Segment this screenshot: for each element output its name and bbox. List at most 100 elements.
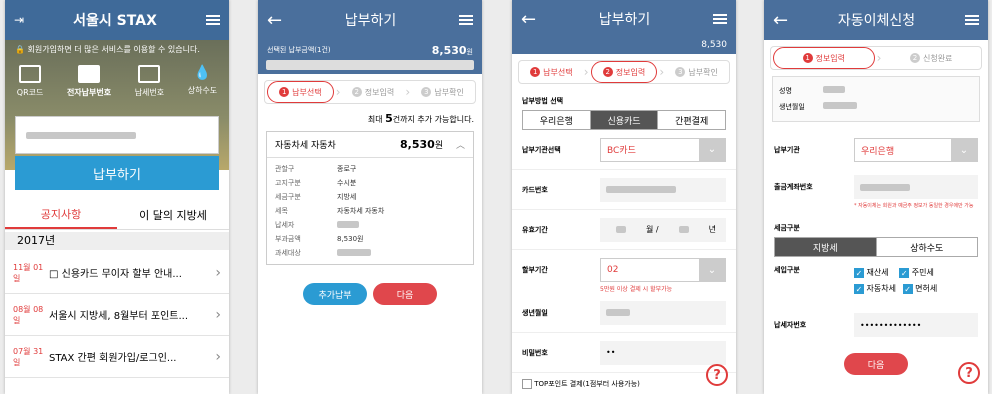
detail-row: 부과금액 8,530원 xyxy=(275,235,364,243)
menu-icon[interactable] xyxy=(205,15,220,25)
year-header: 2017년 xyxy=(5,232,229,250)
item-property-tax[interactable]: ✓ 재산세 xyxy=(854,267,889,278)
max-add-notice: 최대 5건까지 추가 가능합니다. xyxy=(367,112,474,125)
item-vehicle-tax[interactable]: ✓ 자동차세 xyxy=(854,283,896,294)
step-select: 1 납부선택 xyxy=(519,61,584,83)
step-complete: 2 신청완료 xyxy=(881,47,981,69)
birthdate-field[interactable] xyxy=(600,300,726,325)
selected-amount-bar: 선택된 납부금액(1건) 8,530원 xyxy=(258,40,482,60)
qr-icon xyxy=(19,65,42,83)
news-item[interactable]: 11월 01일 □ 신용카드 무이자 할부 안내... › xyxy=(5,252,229,294)
chevron-right-icon: › xyxy=(215,306,221,323)
help-icon[interactable]: ? xyxy=(706,364,728,386)
chevron-down-icon: ⌄ xyxy=(699,138,725,161)
payment-method-segment: 우리은행 신용카드 간편결제 xyxy=(522,110,726,130)
progress-stepper: 1 정보입력 › 2 신청완료 xyxy=(770,46,982,70)
expiry-field[interactable]: 월 / 년 xyxy=(600,217,726,242)
quick-water[interactable]: 💧 상하수도 xyxy=(188,65,217,98)
detail-row: 세목 자동차세 자동차 xyxy=(275,207,385,215)
bank-select[interactable]: 우리은행 ⌄ xyxy=(854,138,978,162)
quick-icons: QR코드 전자납부번호 납세번호 💧 상하수도 xyxy=(5,59,229,98)
menu-icon[interactable] xyxy=(713,14,727,24)
progress-stepper: 1 납부선택 › 2 정보입력 › 3 납부확인 xyxy=(518,60,730,84)
detail-row: 관할구 종로구 xyxy=(275,165,357,173)
installment-hint: 5만원 이상 결제 시 할부가능 xyxy=(600,286,673,293)
point-checkbox[interactable] xyxy=(522,379,532,389)
menu-icon[interactable] xyxy=(459,15,473,25)
tax-type-local[interactable]: 지방세 xyxy=(775,238,877,256)
account-number-field[interactable] xyxy=(854,175,978,199)
card-company-select[interactable]: BC카드 ⌄ xyxy=(600,137,726,162)
step-select: 1 납부선택 xyxy=(267,81,334,103)
next-button[interactable]: 다음 xyxy=(844,353,908,375)
screen-payment-select: ← 납부하기 선택된 납부금액(1건) 8,530원 1 납부선택 › 2 정보입력… xyxy=(258,0,482,394)
screen-auto-transfer: ← 자동이체신청 1 정보입력 › 2 신청완료 성명 생년월일 납부기관 우리은행… xyxy=(764,0,988,394)
page-title: 납부하기 xyxy=(598,12,651,28)
taxpayer-number-field[interactable]: ••••••••••••• xyxy=(854,313,978,337)
add-payment-button[interactable]: 추가납부 xyxy=(303,283,367,305)
item-license-tax[interactable]: ✓ 면허세 xyxy=(902,283,937,294)
method-bank[interactable]: 우리은행 xyxy=(523,111,591,129)
news-item[interactable]: 08월 08일 서울시 지방세, 8월부터 포인트... › xyxy=(5,294,229,336)
grid-icon xyxy=(138,65,161,83)
menu-icon[interactable] xyxy=(965,15,979,25)
login-icon[interactable]: ⇥ xyxy=(14,13,24,27)
method-credit-card[interactable]: 신용카드 xyxy=(590,111,659,129)
page-title: 납부하기 xyxy=(344,13,397,29)
detail-row: 세금구분 지방세 xyxy=(275,193,357,201)
app-header: ← 납부하기 xyxy=(512,0,736,38)
tab-notice[interactable]: 공지사항 xyxy=(5,200,117,229)
page-title: 자동이체신청 xyxy=(837,13,916,29)
tax-type-segment: 지방세 상하수도 xyxy=(774,237,978,257)
tax-bill-header[interactable]: 자동차세 자동차 8,530원 ︿ xyxy=(267,132,473,158)
progress-stepper: 1 납부선택 › 2 정보입력 › 3 납부확인 xyxy=(264,80,476,104)
password-field[interactable]: •• xyxy=(600,340,726,365)
news-item[interactable]: 07월 31일 STAX 간편 회원가입/로그인... › xyxy=(5,336,229,378)
point-payment-option[interactable]: TOP포인트 결제(1점부터 사용가능) xyxy=(512,373,736,394)
chevron-right-icon: › xyxy=(215,348,221,365)
back-arrow-icon[interactable]: ← xyxy=(521,9,536,30)
step-input: 2 정보입력 xyxy=(590,61,658,83)
water-drop-icon: 💧 xyxy=(193,65,212,81)
installment-select[interactable]: 02 ⌄ xyxy=(600,258,726,282)
step-input: 1 정보입력 xyxy=(773,47,875,69)
help-icon[interactable]: ? xyxy=(958,362,980,384)
app-header: ← 납부하기 xyxy=(258,0,482,40)
chevron-up-icon[interactable]: ︿ xyxy=(456,141,465,151)
screen-payment-info: ← 납부하기 8,530 1 납부선택 › 2 정보입력 › 3 납부확인 납부방법 … xyxy=(512,0,736,394)
detail-row: 고지구분 수시분 xyxy=(275,179,357,187)
section-title: 납부방법 선택 xyxy=(522,97,564,105)
tax-type-water[interactable]: 상하수도 xyxy=(877,238,978,256)
quick-epay[interactable]: 전자납부번호 xyxy=(67,65,111,98)
screen-home: ⇥ 서울시 STAX 🔒 회원가입하면 더 많은 서비스를 이용할 수 있습니다… xyxy=(5,0,229,394)
next-button[interactable]: 다음 xyxy=(373,283,437,305)
quick-taxno[interactable]: 납세번호 xyxy=(135,65,164,98)
item-resident-tax[interactable]: ✓ 주민세 xyxy=(899,267,934,278)
quick-qr[interactable]: QR코드 xyxy=(17,65,43,98)
chevron-down-icon: ⌄ xyxy=(699,259,725,281)
back-arrow-icon[interactable]: ← xyxy=(773,10,788,31)
user-info-box: 성명 생년월일 xyxy=(772,76,980,122)
back-arrow-icon[interactable]: ← xyxy=(267,10,282,31)
chevron-down-icon: ⌄ xyxy=(951,139,977,161)
chevron-right-icon: › xyxy=(215,264,221,281)
signup-notice[interactable]: 🔒 회원가입하면 더 많은 서비스를 이용할 수 있습니다. xyxy=(5,40,229,59)
detail-row: 납세자 xyxy=(267,218,473,232)
card-icon xyxy=(78,65,101,83)
card-number-field[interactable] xyxy=(600,177,726,202)
step-confirm: 3 납부확인 xyxy=(410,81,475,103)
payment-number-input[interactable] xyxy=(15,116,219,154)
app-header: ⇥ 서울시 STAX xyxy=(5,0,229,40)
step-confirm: 3 납부확인 xyxy=(664,61,729,83)
pay-button[interactable]: 납부하기 xyxy=(15,156,219,190)
detail-row: 과세대상 xyxy=(267,246,473,260)
home-tabs: 공지사항 이 달의 지방세 xyxy=(5,200,229,230)
account-hint: * 자동이체는 회원과 예금주 정보가 동일한 경우에만 가능 xyxy=(854,203,974,209)
tab-monthly-tax[interactable]: 이 달의 지방세 xyxy=(117,200,229,229)
app-header: ← 자동이체신청 xyxy=(764,0,988,40)
selected-amount: 8,530 xyxy=(701,40,727,50)
app-title: 서울시 STAX xyxy=(73,13,157,29)
step-input: 2 정보입력 xyxy=(341,81,406,103)
method-easy-pay[interactable]: 간편결제 xyxy=(658,111,725,129)
tax-bill-card: 자동차세 자동차 8,530원 ︿ 관할구 종로구 고지구분 수시분 세금구분 지방세… xyxy=(266,131,474,265)
